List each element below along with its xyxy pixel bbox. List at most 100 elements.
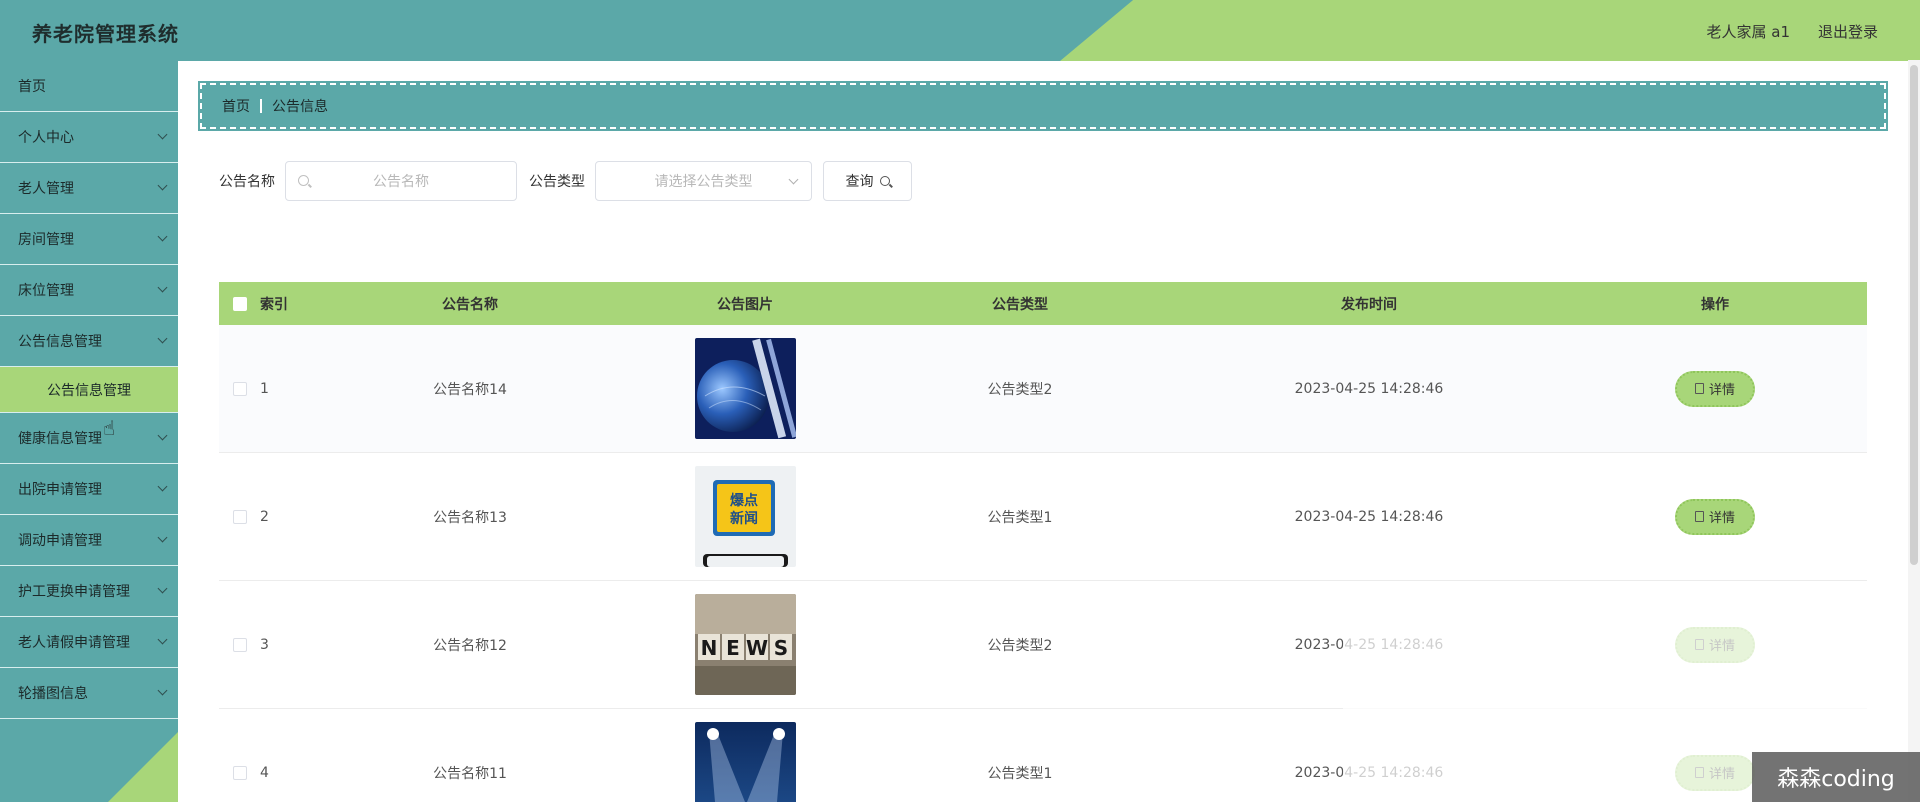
- header-accent: [1060, 0, 1920, 61]
- table-row: 2 公告名称13 爆点 新闻 公告类型1 2023-04-25 14:28:46…: [219, 453, 1867, 581]
- sidebar-item-label: 个人中心: [18, 130, 74, 146]
- detail-button-label: 详情: [1708, 383, 1735, 398]
- search-bar: 公告名称 公告名称 公告类型 请选择公告类型 查询: [219, 161, 912, 201]
- chevron-down-icon: [157, 532, 168, 543]
- row-checkbox[interactable]: [232, 509, 247, 524]
- sidebar-item-health-management[interactable]: 健康信息管理: [0, 413, 178, 464]
- sidebar-item-label: 首页: [18, 79, 46, 95]
- hand-cursor-icon: ☝: [103, 416, 116, 440]
- sidebar-accent: [108, 732, 178, 802]
- notice-type-label: 公告类型: [529, 174, 585, 190]
- chevron-down-icon: [157, 180, 168, 191]
- app-title: 养老院管理系统: [32, 22, 179, 46]
- sidebar-item-transfer-management[interactable]: 调动申请管理: [0, 515, 178, 566]
- breadcrumb: 首页 公告信息: [198, 81, 1888, 131]
- svg-text:E: E: [726, 636, 740, 660]
- row-type: 公告类型2: [987, 381, 1053, 398]
- row-name: 公告名称14: [433, 381, 507, 398]
- row-type: 公告类型1: [987, 765, 1053, 782]
- sidebar-item-label: 护工更换申请管理: [18, 584, 130, 600]
- notice-type-select[interactable]: 请选择公告类型: [595, 161, 812, 201]
- svg-text:N: N: [700, 636, 717, 660]
- query-button-label: 查询: [845, 174, 874, 190]
- row-name: 公告名称13: [433, 509, 507, 526]
- detail-button[interactable]: 详情: [1675, 498, 1755, 535]
- row-index: 3: [260, 636, 269, 653]
- globe-news-thumbnail: [694, 338, 796, 439]
- document-icon: [1694, 383, 1704, 394]
- sidebar-item-carousel-info[interactable]: 轮播图信息: [0, 668, 178, 719]
- chevron-down-icon: [157, 583, 168, 594]
- sidebar-item-notice-management[interactable]: 公告信息管理: [0, 316, 178, 367]
- column-header-index: 索引: [260, 296, 288, 313]
- news-blocks-thumbnail: N E W S: [694, 594, 796, 695]
- sidebar-item-personal-center[interactable]: 个人中心: [0, 112, 178, 163]
- image-text-line-2: 新闻: [730, 510, 758, 527]
- sidebar-item-label: 床位管理: [18, 283, 74, 299]
- detail-button[interactable]: 详情: [1675, 370, 1755, 407]
- search-icon: [298, 175, 309, 186]
- row-index: 2: [260, 508, 269, 525]
- column-header-action: 操作: [1701, 296, 1729, 313]
- sidebar-item-discharge-management[interactable]: 出院申请管理: [0, 464, 178, 515]
- watermark: 森森coding: [1752, 752, 1920, 802]
- sidebar-item-leave-management[interactable]: 老人请假申请管理: [0, 617, 178, 668]
- sidebar-item-label: 出院申请管理: [18, 482, 102, 498]
- sidebar-item-label: 健康信息管理: [18, 431, 102, 447]
- row-index: 1: [260, 380, 269, 397]
- breaking-news-phone-thumbnail: 爆点 新闻: [694, 466, 796, 567]
- chevron-down-icon: [157, 129, 168, 140]
- row-checkbox[interactable]: [232, 381, 247, 396]
- column-header-image: 公告图片: [717, 296, 773, 313]
- chevron-down-icon: [788, 174, 799, 185]
- table-header: 索引 公告名称 公告图片 公告类型 发布时间 操作: [219, 282, 1867, 325]
- chevron-down-icon: [157, 634, 168, 645]
- sidebar-item-caregiver-change-management[interactable]: 护工更换申请管理: [0, 566, 178, 617]
- notice-name-label: 公告名称: [219, 174, 275, 190]
- scrollbar-thumb[interactable]: [1910, 65, 1918, 565]
- chevron-down-icon: [157, 430, 168, 441]
- notice-type-placeholder: 请选择公告类型: [654, 174, 753, 190]
- sidebar-item-label: 老人管理: [18, 181, 74, 197]
- row-checkbox[interactable]: [232, 765, 247, 780]
- image-text-line-1: 爆点: [730, 492, 758, 509]
- chevron-down-icon: [157, 333, 168, 344]
- column-header-name: 公告名称: [442, 296, 498, 313]
- sidebar: 首页 个人中心 老人管理 房间管理 床位管理 公告信息管理 公告信息管理 健康信…: [0, 61, 178, 802]
- sidebar-item-label: 调动申请管理: [18, 533, 102, 549]
- query-button[interactable]: 查询: [823, 161, 912, 201]
- sidebar-item-label: 老人请假申请管理: [18, 635, 130, 651]
- breadcrumb-current: 公告信息: [272, 99, 328, 115]
- sidebar-item-label: 房间管理: [18, 232, 74, 248]
- top-header: 养老院管理系统 老人家属 a1 退出登录: [0, 0, 1920, 61]
- search-icon: [879, 176, 890, 186]
- select-all-checkbox[interactable]: [232, 296, 247, 311]
- svg-text:S: S: [773, 636, 787, 660]
- row-type: 公告类型2: [987, 637, 1053, 654]
- row-time: 2023-04-25 14:28:46: [1294, 508, 1444, 525]
- page-scrollbar[interactable]: [1908, 60, 1920, 802]
- table-row: 1 公告名称14 公告类型2 2023-04-25 14:28:46 详情: [219, 325, 1867, 453]
- breadcrumb-separator: [260, 99, 262, 113]
- sidebar-subitem-notice-management[interactable]: 公告信息管理: [0, 367, 178, 413]
- column-header-time: 发布时间: [1341, 296, 1397, 313]
- current-user: 老人家属 a1: [1706, 23, 1790, 41]
- column-header-type: 公告类型: [992, 296, 1048, 313]
- sidebar-item-bed-management[interactable]: 床位管理: [0, 265, 178, 316]
- notice-name-placeholder: 公告名称: [373, 174, 429, 190]
- notice-name-input[interactable]: 公告名称: [285, 161, 517, 201]
- sidebar-item-label: 公告信息管理: [18, 334, 102, 350]
- sidebar-item-home[interactable]: 首页: [0, 61, 178, 112]
- sidebar-item-elder-management[interactable]: 老人管理: [0, 163, 178, 214]
- spotlight-stage-thumbnail: [694, 722, 796, 802]
- sidebar-item-room-management[interactable]: 房间管理: [0, 214, 178, 265]
- row-type: 公告类型1: [987, 509, 1053, 526]
- svg-text:W: W: [745, 636, 767, 660]
- chevron-down-icon: [157, 282, 168, 293]
- chevron-down-icon: [157, 481, 168, 492]
- row-checkbox[interactable]: [232, 637, 247, 652]
- breadcrumb-home[interactable]: 首页: [222, 96, 250, 116]
- row-index: 4: [260, 764, 269, 781]
- logout-link[interactable]: 退出登录: [1818, 21, 1878, 42]
- document-icon: [1694, 511, 1704, 522]
